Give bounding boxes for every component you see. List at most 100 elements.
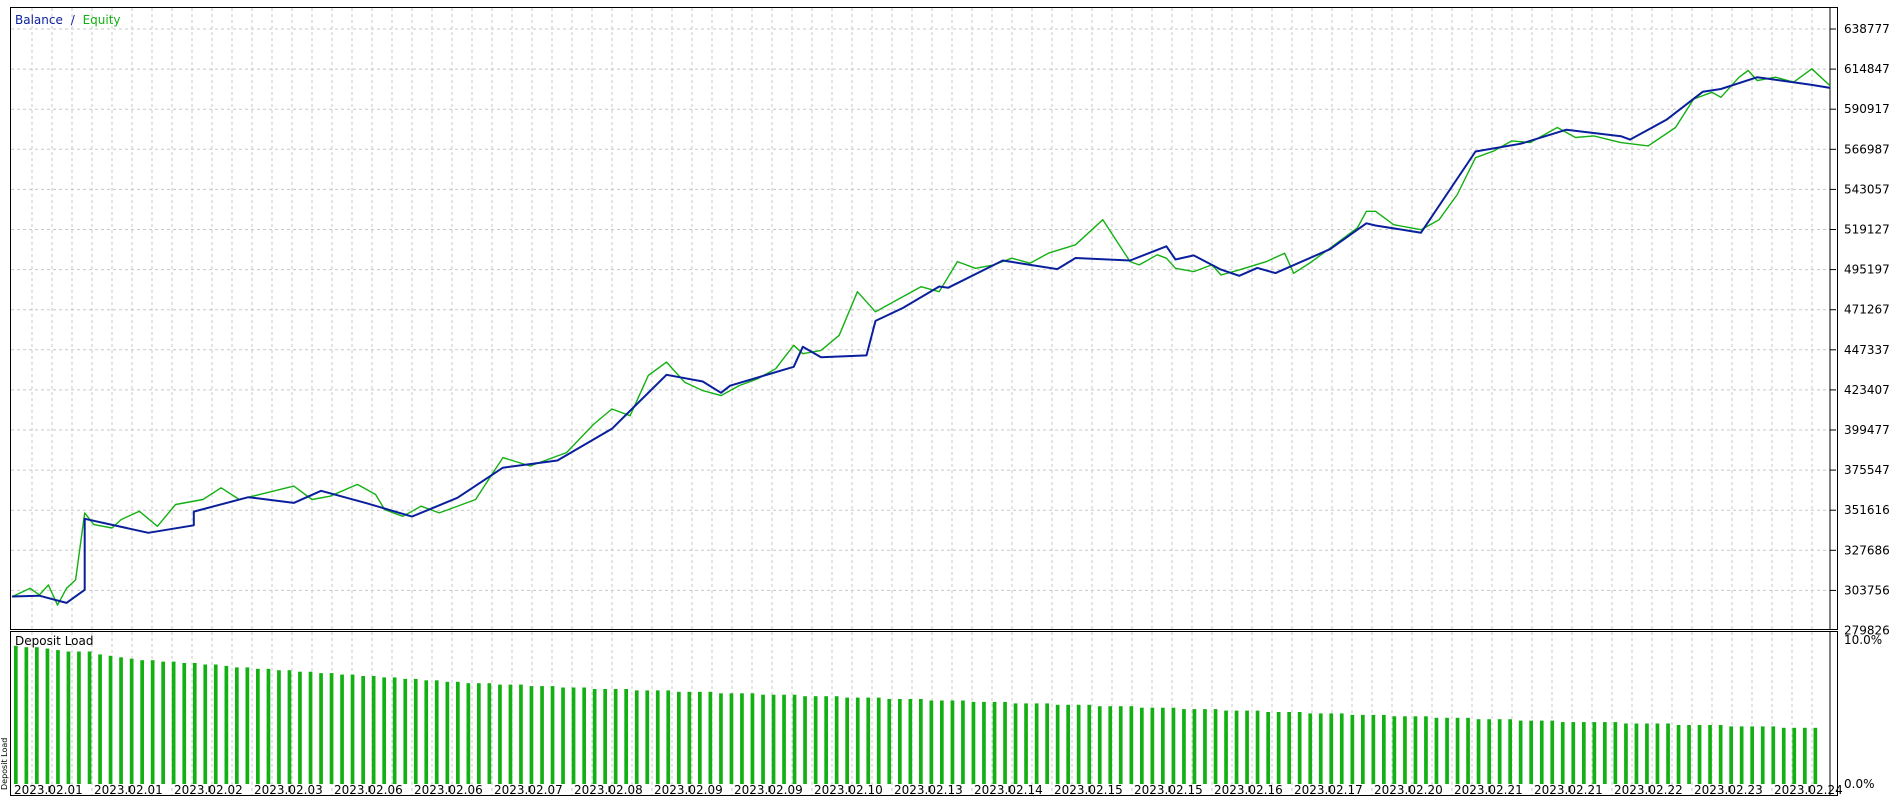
x-tick-label: 2023.02.22 xyxy=(1614,783,1683,796)
deposit-load-bar xyxy=(992,701,997,784)
deposit-load-title: Deposit Load xyxy=(15,634,93,648)
deposit-load-bar xyxy=(1739,726,1744,784)
deposit-load-bar xyxy=(1024,703,1028,784)
deposit-load-bar xyxy=(361,676,365,784)
deposit-load-bar xyxy=(571,687,576,784)
legend-balance: Balance xyxy=(15,13,63,27)
deposit-load-bar xyxy=(1539,720,1544,784)
deposit-load-bar xyxy=(1203,709,1207,784)
deposit-load-bar xyxy=(350,674,355,784)
deposit-load-bar xyxy=(1140,707,1144,784)
y-tick-label: 638777 xyxy=(1844,22,1890,36)
upper-panel-frame xyxy=(10,7,1838,630)
deposit-load-bar xyxy=(1760,726,1765,784)
deposit-load-bar xyxy=(1266,712,1270,784)
deposit-load-bar xyxy=(1076,704,1081,784)
deposit-load-bar xyxy=(677,691,681,784)
chart-svg: 638777 614847 590917 566987 543057 519127 4951… xyxy=(0,7,1890,797)
deposit-load-bar xyxy=(1634,723,1639,784)
deposit-load-bar xyxy=(1382,714,1386,784)
deposit-load-bar xyxy=(1297,712,1302,784)
deposit-load-bar xyxy=(1150,707,1155,784)
deposit-load-bar xyxy=(529,686,534,784)
deposit-load-bar xyxy=(256,668,260,784)
deposit-load-bar xyxy=(1781,727,1786,784)
y-tick-label: 471267 xyxy=(1844,303,1890,317)
deposit-load-bar xyxy=(1445,717,1449,784)
deposit-load-bar xyxy=(1129,706,1134,784)
deposit-load-bar xyxy=(1676,725,1681,784)
deposit-load-bar xyxy=(1234,710,1239,784)
deposit-load-bar xyxy=(1361,714,1365,784)
deposit-load-bar xyxy=(1087,704,1092,784)
deposit-load-bar xyxy=(1645,723,1649,784)
y-tick-label: 303756 xyxy=(1844,583,1890,597)
x-tick-label: 2023.02.13 xyxy=(894,783,963,796)
deposit-load-bar xyxy=(14,645,18,784)
deposit-load-bar xyxy=(1497,719,1502,784)
deposit-load-bar xyxy=(1066,704,1070,784)
deposit-load-bar xyxy=(1434,717,1439,784)
deposit-load-bar xyxy=(1550,720,1555,784)
deposit-load-bar xyxy=(77,651,81,784)
x-tick-label: 2023.02.01 xyxy=(14,783,83,796)
deposit-load-bar xyxy=(1487,719,1491,784)
deposit-load-bar xyxy=(866,697,871,784)
deposit-load-bar xyxy=(519,684,523,784)
lower-y-axis: 10.0% 0.0% xyxy=(1844,633,1882,791)
deposit-load-bar xyxy=(466,683,471,784)
y-tick-label: 351616 xyxy=(1844,503,1890,517)
deposit-load-bar xyxy=(624,689,628,784)
deposit-load-bar xyxy=(792,694,797,784)
deposit-load-bar xyxy=(140,660,144,784)
deposit-load-bar xyxy=(277,670,281,784)
deposit-load-bar xyxy=(1392,716,1397,784)
y-tick-label: 590917 xyxy=(1844,102,1890,116)
deposit-load-bar xyxy=(1224,710,1228,784)
x-tick-label: 2023.02.09 xyxy=(734,783,803,796)
y-tick-label: 0.0% xyxy=(1844,777,1875,791)
x-tick-label: 2023.02.06 xyxy=(334,783,403,796)
deposit-load-bar xyxy=(1803,727,1807,784)
x-tick-label: 2023.02.16 xyxy=(1214,783,1283,796)
deposit-load-bar xyxy=(213,664,218,784)
y-tick-label: 399477 xyxy=(1844,423,1890,437)
deposit-load-bar xyxy=(1582,722,1586,784)
deposit-load-bar xyxy=(1034,703,1039,784)
deposit-load-bar xyxy=(1708,725,1712,784)
deposit-load-bar xyxy=(634,690,639,784)
deposit-load-bar xyxy=(1518,720,1523,784)
x-tick-label: 2023.02.15 xyxy=(1134,783,1203,796)
deposit-load-bar xyxy=(1571,722,1576,784)
y-tick-label: 614847 xyxy=(1844,62,1890,76)
y-tick-label: 495197 xyxy=(1844,263,1890,277)
deposit-load-bar xyxy=(1003,701,1007,784)
deposit-load-bar xyxy=(119,657,123,784)
deposit-load-bar xyxy=(1592,722,1597,784)
deposit-load-bar xyxy=(613,689,618,784)
deposit-load-bar xyxy=(666,690,671,784)
deposit-load-bar xyxy=(592,689,597,784)
deposit-load-bar xyxy=(771,694,776,784)
x-tick-label: 2023.02.03 xyxy=(254,783,323,796)
deposit-load-bar xyxy=(950,700,955,784)
deposit-load-bar xyxy=(1245,710,1249,784)
deposit-load-bar xyxy=(729,693,734,784)
legend-separator: / xyxy=(71,13,76,27)
deposit-load-bar xyxy=(1161,707,1165,784)
deposit-load-bar xyxy=(982,701,986,784)
deposit-load-bar xyxy=(150,660,155,784)
x-tick-label: 2023.02.01 xyxy=(94,783,163,796)
deposit-load-bar xyxy=(161,661,165,784)
deposit-load-bar xyxy=(382,677,386,784)
deposit-load-bar xyxy=(98,654,102,784)
deposit-load-bar xyxy=(761,694,765,784)
deposit-load-bar xyxy=(1287,712,1291,784)
deposit-load-bar xyxy=(1792,727,1797,784)
deposit-load-bar xyxy=(1666,723,1670,784)
deposit-load-bar xyxy=(1213,709,1218,784)
deposit-load-bar xyxy=(845,697,849,784)
deposit-load-bar xyxy=(803,696,807,784)
deposit-load-bar xyxy=(1655,723,1660,784)
deposit-load-bar xyxy=(329,673,334,784)
